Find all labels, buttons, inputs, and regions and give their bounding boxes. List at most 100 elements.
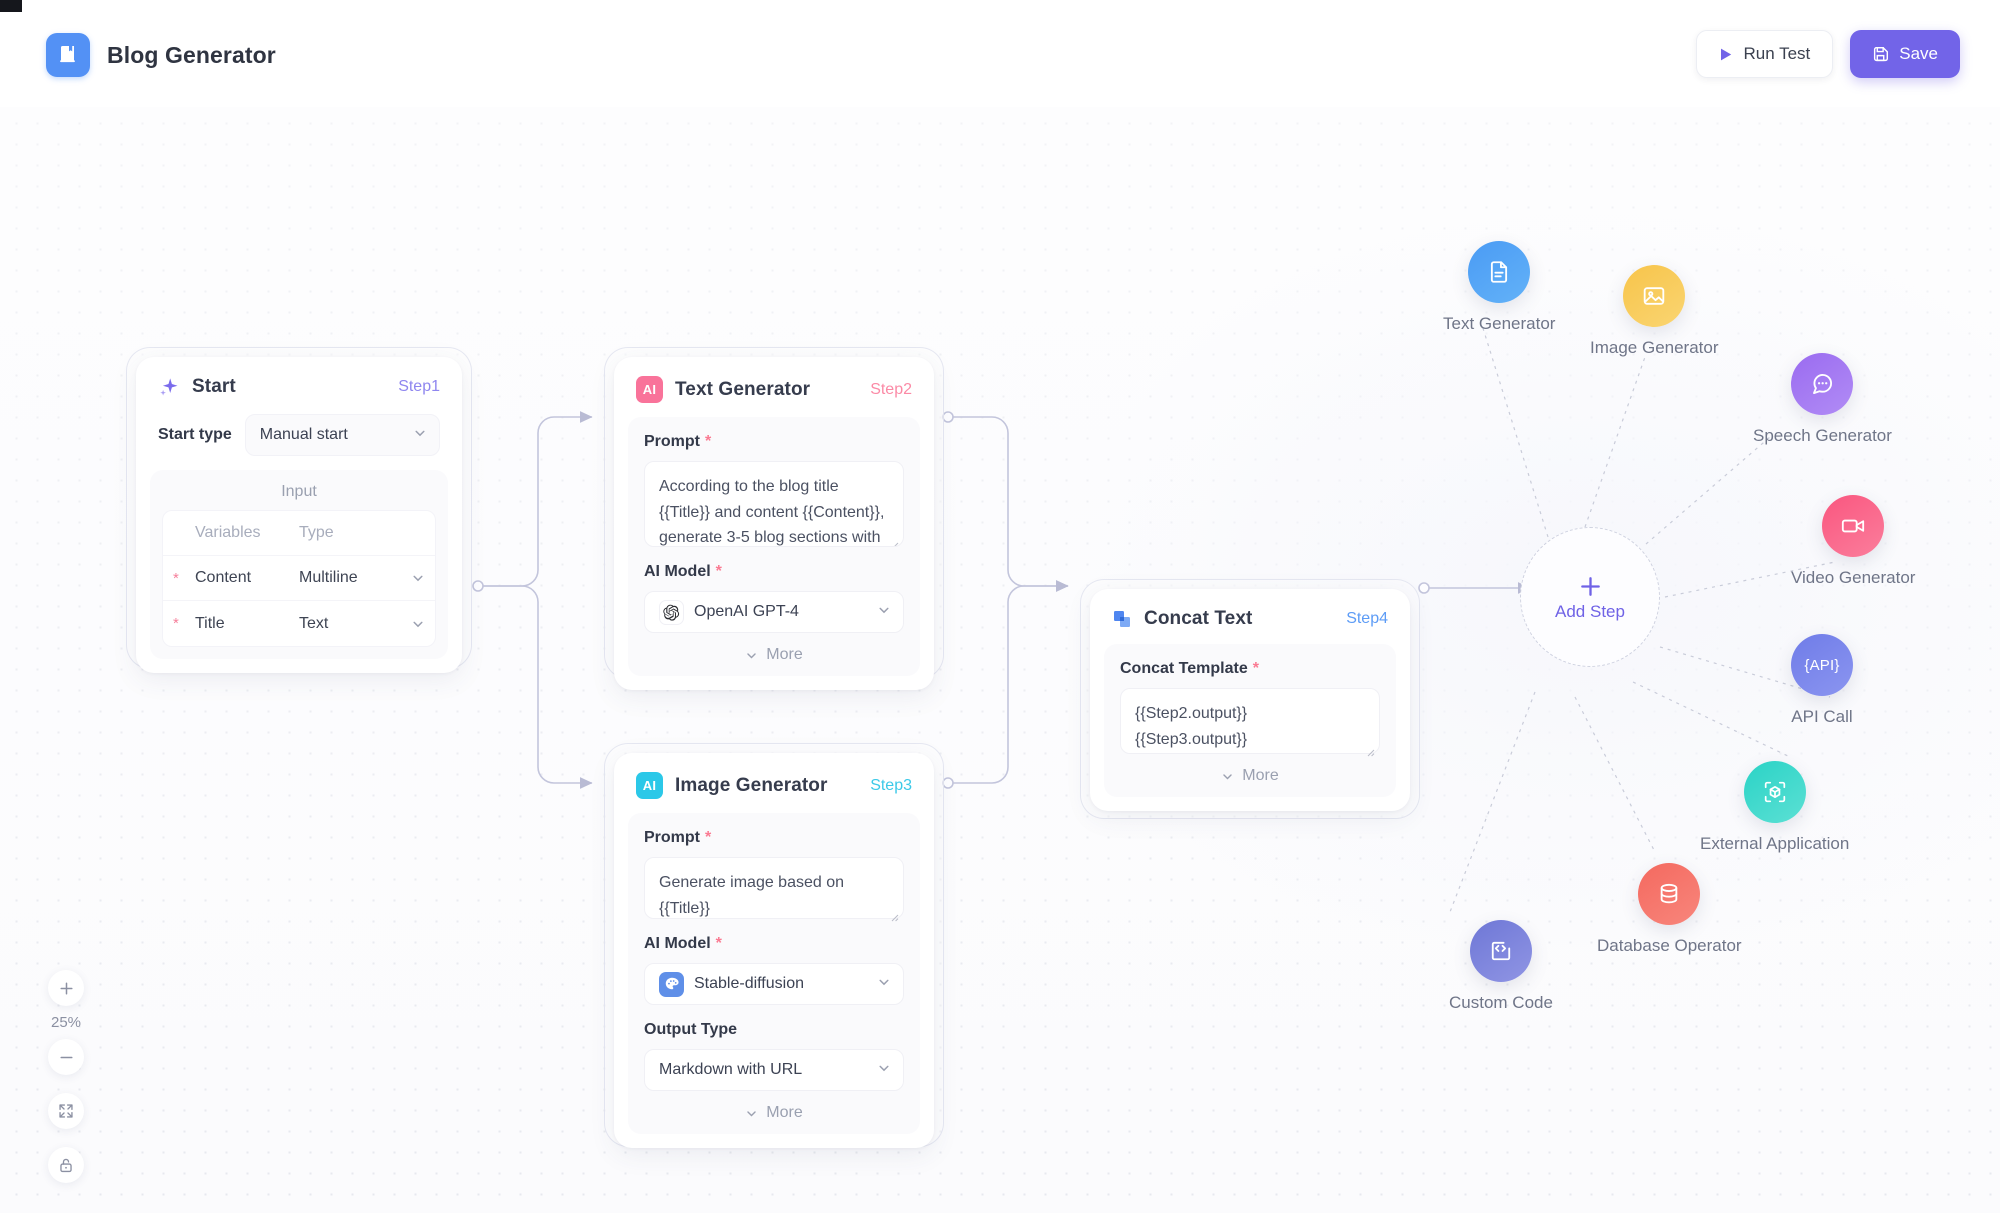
variable-type: Text [299, 614, 329, 632]
save-label: Save [1899, 44, 1938, 63]
run-test-button[interactable]: Run Test [1696, 30, 1834, 78]
radial-item-external-application[interactable]: External Application [1700, 761, 1849, 854]
concat-template-line-1: {{Step2.output}} [1135, 705, 1248, 722]
book-icon [46, 33, 90, 77]
image-generator-body: Prompt * Generate image based on {{Title… [628, 813, 920, 1134]
node-image-generator[interactable]: AI Image Generator Step3 Prompt * Genera… [614, 753, 934, 1148]
image-icon [1623, 265, 1686, 327]
start-type-select[interactable]: Manual start [244, 414, 440, 456]
database-icon [1638, 863, 1701, 925]
node-concat-text[interactable]: Concat Text Step4 Concat Template * {{St… [1090, 589, 1410, 811]
prompt-label-group: Prompt * [644, 433, 904, 451]
zoom-level: 25% [50, 1014, 82, 1031]
prompt-label: Prompt [644, 829, 700, 846]
concat-text-header: Concat Text Step4 [1090, 589, 1410, 644]
ai-model-select[interactable]: Stable-diffusion [644, 963, 904, 1005]
corner-artifact [0, 0, 22, 12]
add-step-button[interactable]: Add Step [1520, 527, 1660, 667]
image-generator-header: AI Image Generator Step3 [614, 753, 934, 813]
unlock-icon[interactable] [48, 1147, 84, 1183]
ai-model-select[interactable]: OpenAI GPT-4 [644, 591, 904, 633]
ai-model-value: Stable-diffusion [694, 975, 804, 992]
radial-item-custom-code[interactable]: Custom Code [1449, 920, 1553, 1013]
run-test-label: Run Test [1743, 44, 1811, 63]
radial-item-api-call[interactable]: {API} API Call [1791, 634, 1853, 727]
page-title: Blog Generator [107, 41, 276, 68]
chevron-down-icon[interactable] [403, 617, 425, 631]
header-actions: Run Test Save [1696, 30, 1960, 78]
radial-label: Custom Code [1449, 993, 1553, 1012]
column-type: Type [299, 524, 334, 541]
api-icon: {API} [1791, 634, 1853, 696]
start-node-header: Start Step1 [136, 357, 462, 412]
prompt-input[interactable]: Generate image based on {{Title}} [644, 857, 904, 922]
openai-icon [659, 599, 684, 625]
ai-model-label-group: AI Model * [644, 935, 904, 953]
chevron-down-icon [1221, 770, 1234, 783]
concat-template-input[interactable]: {{Step2.output}} {{Step3.output}} [1120, 688, 1380, 757]
required-asterisk: * [173, 569, 179, 587]
input-caption: Input [281, 483, 317, 500]
table-row[interactable]: * Content Multiline [163, 556, 435, 601]
radial-item-text-generator[interactable]: Text Generator [1443, 241, 1555, 334]
concat-template-label: Concat Template [1120, 660, 1248, 677]
start-type-label: Start type [158, 426, 232, 443]
zoom-controls: 25% [48, 970, 84, 1183]
cube-icon [1743, 761, 1806, 823]
concat-text-more-toggle[interactable]: More [1120, 754, 1380, 785]
radial-label: Image Generator [1590, 338, 1719, 357]
resize-handle-icon[interactable] [889, 905, 899, 922]
concat-template-line-2: {{Step3.output}} [1135, 730, 1248, 748]
text-generator-header: AI Text Generator Step2 [614, 357, 934, 417]
node-text-generator[interactable]: AI Text Generator Step2 Prompt * Accordi… [614, 357, 934, 690]
save-button[interactable]: Save [1850, 30, 1960, 78]
concat-text-title: Concat Text [1144, 608, 1253, 629]
zoom-out-button[interactable] [48, 1039, 84, 1075]
start-input-panel: Input Variables Type * Content Multiline [150, 470, 448, 659]
prompt-input[interactable]: According to the blog title {{Title}} an… [644, 461, 904, 547]
play-icon [1719, 47, 1733, 62]
image-generator-step-badge: Step3 [870, 776, 912, 794]
chevron-down-icon[interactable] [403, 571, 425, 585]
radial-item-database-operator[interactable]: Database Operator [1597, 863, 1742, 956]
layers-icon [1112, 609, 1132, 629]
chevron-down-icon [745, 1107, 758, 1120]
zoom-in-button[interactable] [48, 970, 84, 1006]
variables-table: Variables Type * Content Multiline * Tit… [162, 510, 436, 647]
chat-icon [1791, 353, 1854, 415]
radial-item-image-generator[interactable]: Image Generator [1590, 265, 1719, 358]
table-row[interactable]: * Title Text [163, 601, 435, 646]
prompt-label-group: Prompt * [644, 829, 904, 847]
radial-label: Video Generator [1791, 568, 1916, 587]
app-header: Blog Generator Run Test Save [0, 0, 2000, 107]
start-type-value: Manual start [259, 426, 348, 443]
variable-name: Content [195, 569, 252, 586]
ai-badge-icon: AI [636, 772, 663, 799]
column-variables: Variables [195, 524, 261, 541]
image-generator-more-toggle[interactable]: More [644, 1091, 904, 1122]
workflow-builder-app: Blog Generator Run Test Save Start Step1… [0, 0, 2000, 1213]
concat-template-label-group: Concat Template * [1120, 660, 1380, 678]
node-start[interactable]: Start Step1 Start type Manual start Inpu… [136, 357, 462, 673]
ai-model-value: OpenAI GPT-4 [694, 603, 799, 620]
floppy-disk-icon [1872, 46, 1889, 63]
workflow-canvas[interactable]: Start Step1 Start type Manual start Inpu… [0, 107, 2000, 1213]
start-type-row: Start type Manual start [136, 412, 462, 470]
radial-item-speech-generator[interactable]: Speech Generator [1753, 353, 1892, 446]
text-generator-more-toggle[interactable]: More [644, 633, 904, 664]
radial-item-video-generator[interactable]: Video Generator [1791, 495, 1915, 588]
required-asterisk: * [715, 935, 722, 952]
resize-handle-icon[interactable] [889, 533, 899, 546]
variable-type: Multiline [299, 569, 358, 586]
ai-model-label: AI Model [644, 563, 711, 580]
required-asterisk: * [705, 433, 712, 450]
fit-screen-button[interactable] [48, 1093, 84, 1129]
required-asterisk: * [1252, 660, 1259, 677]
variables-table-header: Variables Type [163, 511, 435, 556]
chevron-down-icon [877, 1061, 891, 1080]
output-type-select[interactable]: Markdown with URL [644, 1049, 904, 1091]
text-generator-title: Text Generator [675, 378, 811, 400]
resize-handle-icon[interactable] [1365, 740, 1375, 757]
chevron-down-icon [745, 649, 758, 662]
ai-badge-icon: AI [636, 376, 663, 403]
